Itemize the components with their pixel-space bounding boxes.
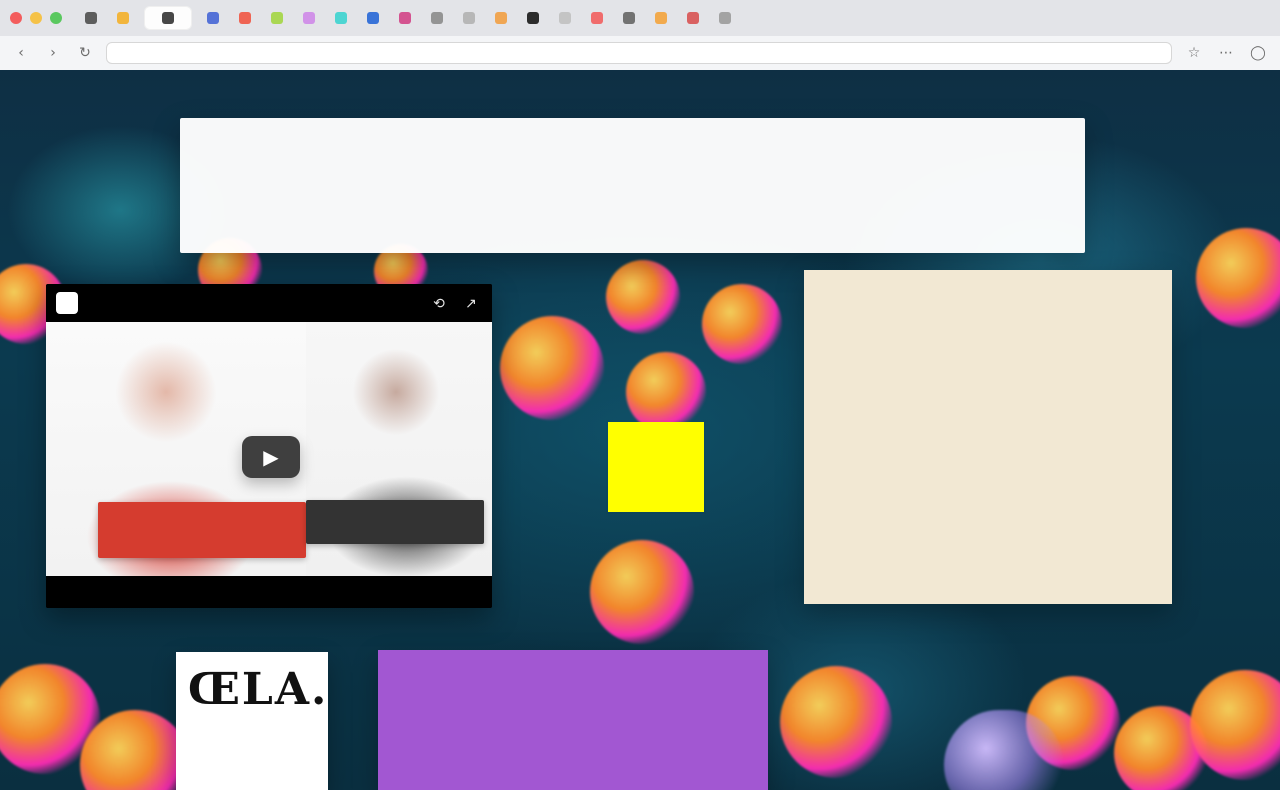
decorative-blob: [1196, 228, 1280, 328]
tab-17[interactable]: [618, 6, 640, 30]
logo-image-card[interactable]: ŒLA.: [176, 652, 328, 790]
address-bar[interactable]: [106, 42, 1172, 64]
tab-4[interactable]: [202, 6, 224, 30]
minimize-window-button[interactable]: [30, 12, 42, 24]
tab-2[interactable]: [112, 6, 134, 30]
tab-15[interactable]: [554, 6, 576, 30]
video-header: ⟲ ↗: [46, 284, 492, 322]
decorative-blob: [500, 316, 604, 420]
tab-7[interactable]: [298, 6, 320, 30]
share-icon[interactable]: ↗: [460, 292, 482, 314]
text-note-card[interactable]: [180, 118, 1085, 253]
tab-favicon: [431, 12, 443, 24]
decorative-blob: [606, 260, 680, 334]
tab-favicon: [367, 12, 379, 24]
window-controls: [10, 12, 62, 24]
extensions-icon[interactable]: ⋯: [1214, 42, 1238, 64]
play-icon[interactable]: ▶: [242, 436, 300, 478]
thumbnail-banner-right: [306, 500, 484, 544]
logo-wordmark: ŒLA.: [188, 664, 328, 715]
video-actions: ⟲ ↗: [428, 292, 482, 314]
tab-favicon: [162, 12, 174, 24]
decorative-blob: [702, 284, 782, 364]
tab-20[interactable]: [714, 6, 736, 30]
tab-14[interactable]: [522, 6, 544, 30]
decorative-blob: [780, 666, 892, 778]
yellow-sticky-shape[interactable]: [608, 422, 704, 512]
tab-10[interactable]: [394, 6, 416, 30]
tab-19[interactable]: [682, 6, 704, 30]
tab-8[interactable]: [330, 6, 352, 30]
tab-favicon: [239, 12, 251, 24]
chevron-left-icon[interactable]: ‹: [10, 42, 32, 64]
browser-toolbar: ‹ › ↻ ☆ ⋯ ◯: [0, 36, 1280, 70]
tab-favicon: [85, 12, 97, 24]
tab-strip: [0, 0, 1280, 36]
tab-favicon: [527, 12, 539, 24]
decorative-blob: [590, 540, 694, 644]
decorative-blob: [626, 352, 706, 432]
close-window-button[interactable]: [10, 12, 22, 24]
video-embed-card[interactable]: ⟲ ↗ ▶: [46, 284, 492, 608]
beige-note-card[interactable]: [804, 270, 1172, 604]
tab-favicon: [495, 12, 507, 24]
tab-9[interactable]: [362, 6, 384, 30]
tab-12[interactable]: [458, 6, 480, 30]
tab-18[interactable]: [650, 6, 672, 30]
tab-active[interactable]: [144, 6, 192, 30]
tab-favicon: [719, 12, 731, 24]
tab-favicon: [117, 12, 129, 24]
thumbnail-banner-left: [98, 502, 306, 558]
browser-chrome: ‹ › ↻ ☆ ⋯ ◯: [0, 0, 1280, 70]
tab-favicon: [623, 12, 635, 24]
star-icon[interactable]: ☆: [1182, 42, 1206, 64]
zoom-window-button[interactable]: [50, 12, 62, 24]
tab-favicon: [463, 12, 475, 24]
video-controls-bar: [46, 576, 492, 608]
toolbar-right: ☆ ⋯ ◯: [1182, 42, 1270, 64]
tab-6[interactable]: [266, 6, 288, 30]
tab-11[interactable]: [426, 6, 448, 30]
tab-favicon: [399, 12, 411, 24]
tab-16[interactable]: [586, 6, 608, 30]
tab-favicon: [687, 12, 699, 24]
tab-5[interactable]: [234, 6, 256, 30]
tab-favicon: [207, 12, 219, 24]
profile-icon[interactable]: ◯: [1246, 42, 1270, 64]
board-canvas[interactable]: ⟲ ↗ ▶ ŒLA.: [0, 70, 1280, 790]
channel-avatar[interactable]: [56, 292, 78, 314]
tab-favicon: [335, 12, 347, 24]
video-thumbnail[interactable]: ▶: [46, 322, 492, 576]
clock-icon[interactable]: ⟲: [428, 292, 450, 314]
purple-card[interactable]: [378, 650, 768, 790]
tab-favicon: [655, 12, 667, 24]
reload-icon[interactable]: ↻: [74, 42, 96, 64]
tab-favicon: [271, 12, 283, 24]
tab-favicon: [303, 12, 315, 24]
tab-1[interactable]: [80, 6, 102, 30]
tab-13[interactable]: [490, 6, 512, 30]
tab-favicon: [591, 12, 603, 24]
tab-favicon: [559, 12, 571, 24]
chevron-right-icon[interactable]: ›: [42, 42, 64, 64]
